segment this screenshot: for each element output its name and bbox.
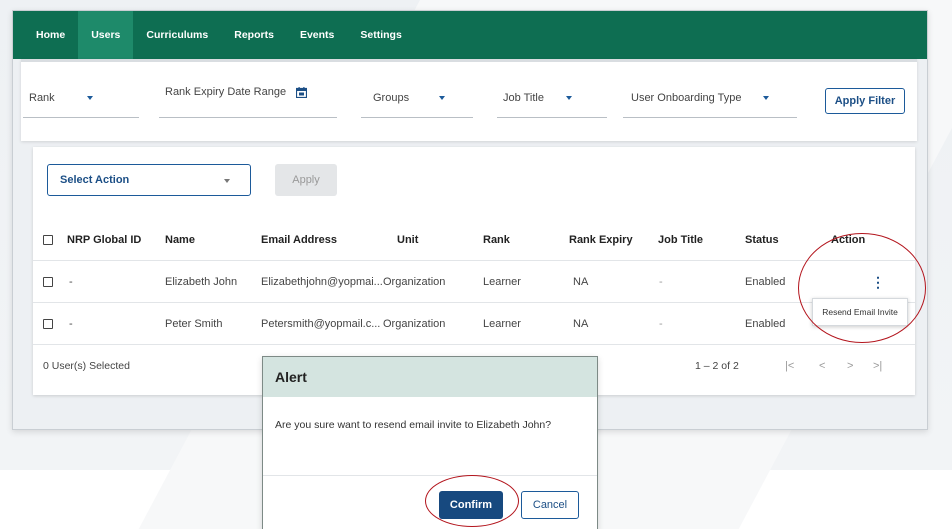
cell-rank: Learner — [483, 318, 521, 330]
row-checkbox[interactable] — [43, 319, 53, 329]
dialog-message: Are you sure want to resend email invite… — [275, 419, 552, 431]
cancel-button[interactable]: Cancel — [521, 491, 579, 519]
cell-status: Enabled — [745, 318, 786, 330]
cell-email: Petersmith@yopmail.c... — [261, 318, 381, 330]
cell-job-title: - — [659, 276, 663, 288]
prev-page-icon[interactable]: < — [819, 345, 825, 387]
cell-rank: Learner — [483, 276, 521, 288]
next-page-icon[interactable]: > — [847, 345, 853, 387]
user-onboarding-type-filter[interactable]: User Onboarding Type — [623, 78, 797, 118]
cell-name: Elizabeth John — [165, 276, 238, 288]
last-page-icon[interactable]: >| — [873, 345, 882, 387]
groups-filter-label: Groups — [373, 91, 410, 104]
cell-unit: Organization — [383, 276, 446, 288]
groups-filter[interactable]: Groups — [361, 78, 473, 118]
nav-users[interactable]: Users — [78, 11, 134, 59]
row-checkbox[interactable] — [43, 277, 53, 287]
filter-panel: Rank Rank Expiry Date Range Groups Job T… — [21, 59, 917, 141]
cell-email: Elizabethjohn@yopmai... — [261, 276, 383, 288]
chevron-down-icon — [763, 95, 770, 100]
header-status[interactable]: Status — [745, 219, 779, 261]
table-row: - Elizabeth John Elizabethjohn@yopmai...… — [33, 261, 915, 303]
highlight-circle-action — [798, 233, 926, 343]
cell-unit: Organization — [383, 318, 446, 330]
cell-nrp-global-id: - — [69, 276, 73, 288]
header-name[interactable]: Name — [165, 219, 195, 261]
header-job-title[interactable]: Job Title — [658, 219, 703, 261]
header-rank-expiry[interactable]: Rank Expiry — [569, 219, 633, 261]
rank-expiry-label: Rank Expiry Date Range — [165, 86, 287, 98]
header-rank[interactable]: Rank — [483, 219, 510, 261]
calendar-icon[interactable] — [295, 87, 308, 101]
table-row: - Peter Smith Petersmith@yopmail.c... Or… — [33, 303, 915, 345]
chevron-down-icon — [86, 95, 93, 100]
apply-button[interactable]: Apply — [275, 164, 337, 196]
rank-expiry-date-range[interactable]: Rank Expiry Date Range — [159, 78, 337, 118]
chevron-down-icon — [565, 95, 572, 100]
first-page-icon[interactable]: |< — [785, 345, 794, 387]
chevron-down-icon — [224, 179, 230, 183]
job-title-filter-label: Job Title — [503, 91, 544, 104]
table-header: NRP Global ID Name Email Address Unit Ra… — [33, 219, 915, 261]
header-email-address[interactable]: Email Address — [261, 219, 337, 261]
rank-filter-label: Rank — [29, 91, 55, 104]
chevron-down-icon — [439, 95, 446, 100]
job-title-filter[interactable]: Job Title — [497, 78, 607, 118]
nav-reports[interactable]: Reports — [221, 11, 287, 59]
nav-events[interactable]: Events — [287, 11, 347, 59]
cell-name: Peter Smith — [165, 318, 223, 330]
selected-count: 0 User(s) Selected — [43, 360, 130, 372]
cell-rank-expiry: NA — [573, 276, 589, 288]
dialog-divider — [263, 475, 597, 476]
header-unit[interactable]: Unit — [397, 219, 418, 261]
onboarding-filter-label: User Onboarding Type — [631, 91, 742, 104]
nav-home[interactable]: Home — [23, 11, 78, 59]
dialog-title: Alert — [263, 357, 597, 397]
nav-settings[interactable]: Settings — [347, 11, 414, 59]
cell-nrp-global-id: - — [69, 318, 73, 330]
select-action-dropdown[interactable]: Select Action — [47, 164, 251, 196]
cell-status: Enabled — [745, 276, 786, 288]
select-action-label: Select Action — [60, 174, 130, 186]
cell-rank-expiry: NA — [573, 318, 589, 330]
apply-filter-button[interactable]: Apply Filter — [825, 88, 905, 114]
select-all-checkbox[interactable] — [43, 235, 53, 245]
nav-curriculums[interactable]: Curriculums — [133, 11, 221, 59]
cell-job-title: - — [659, 318, 663, 330]
rank-filter[interactable]: Rank — [23, 78, 139, 118]
pagination-range: 1 – 2 of 2 — [695, 360, 739, 372]
highlight-circle-confirm — [425, 475, 519, 527]
header-nrp-global-id[interactable]: NRP Global ID — [67, 219, 141, 261]
top-navbar: Home Users Curriculums Reports Events Se… — [13, 11, 927, 59]
